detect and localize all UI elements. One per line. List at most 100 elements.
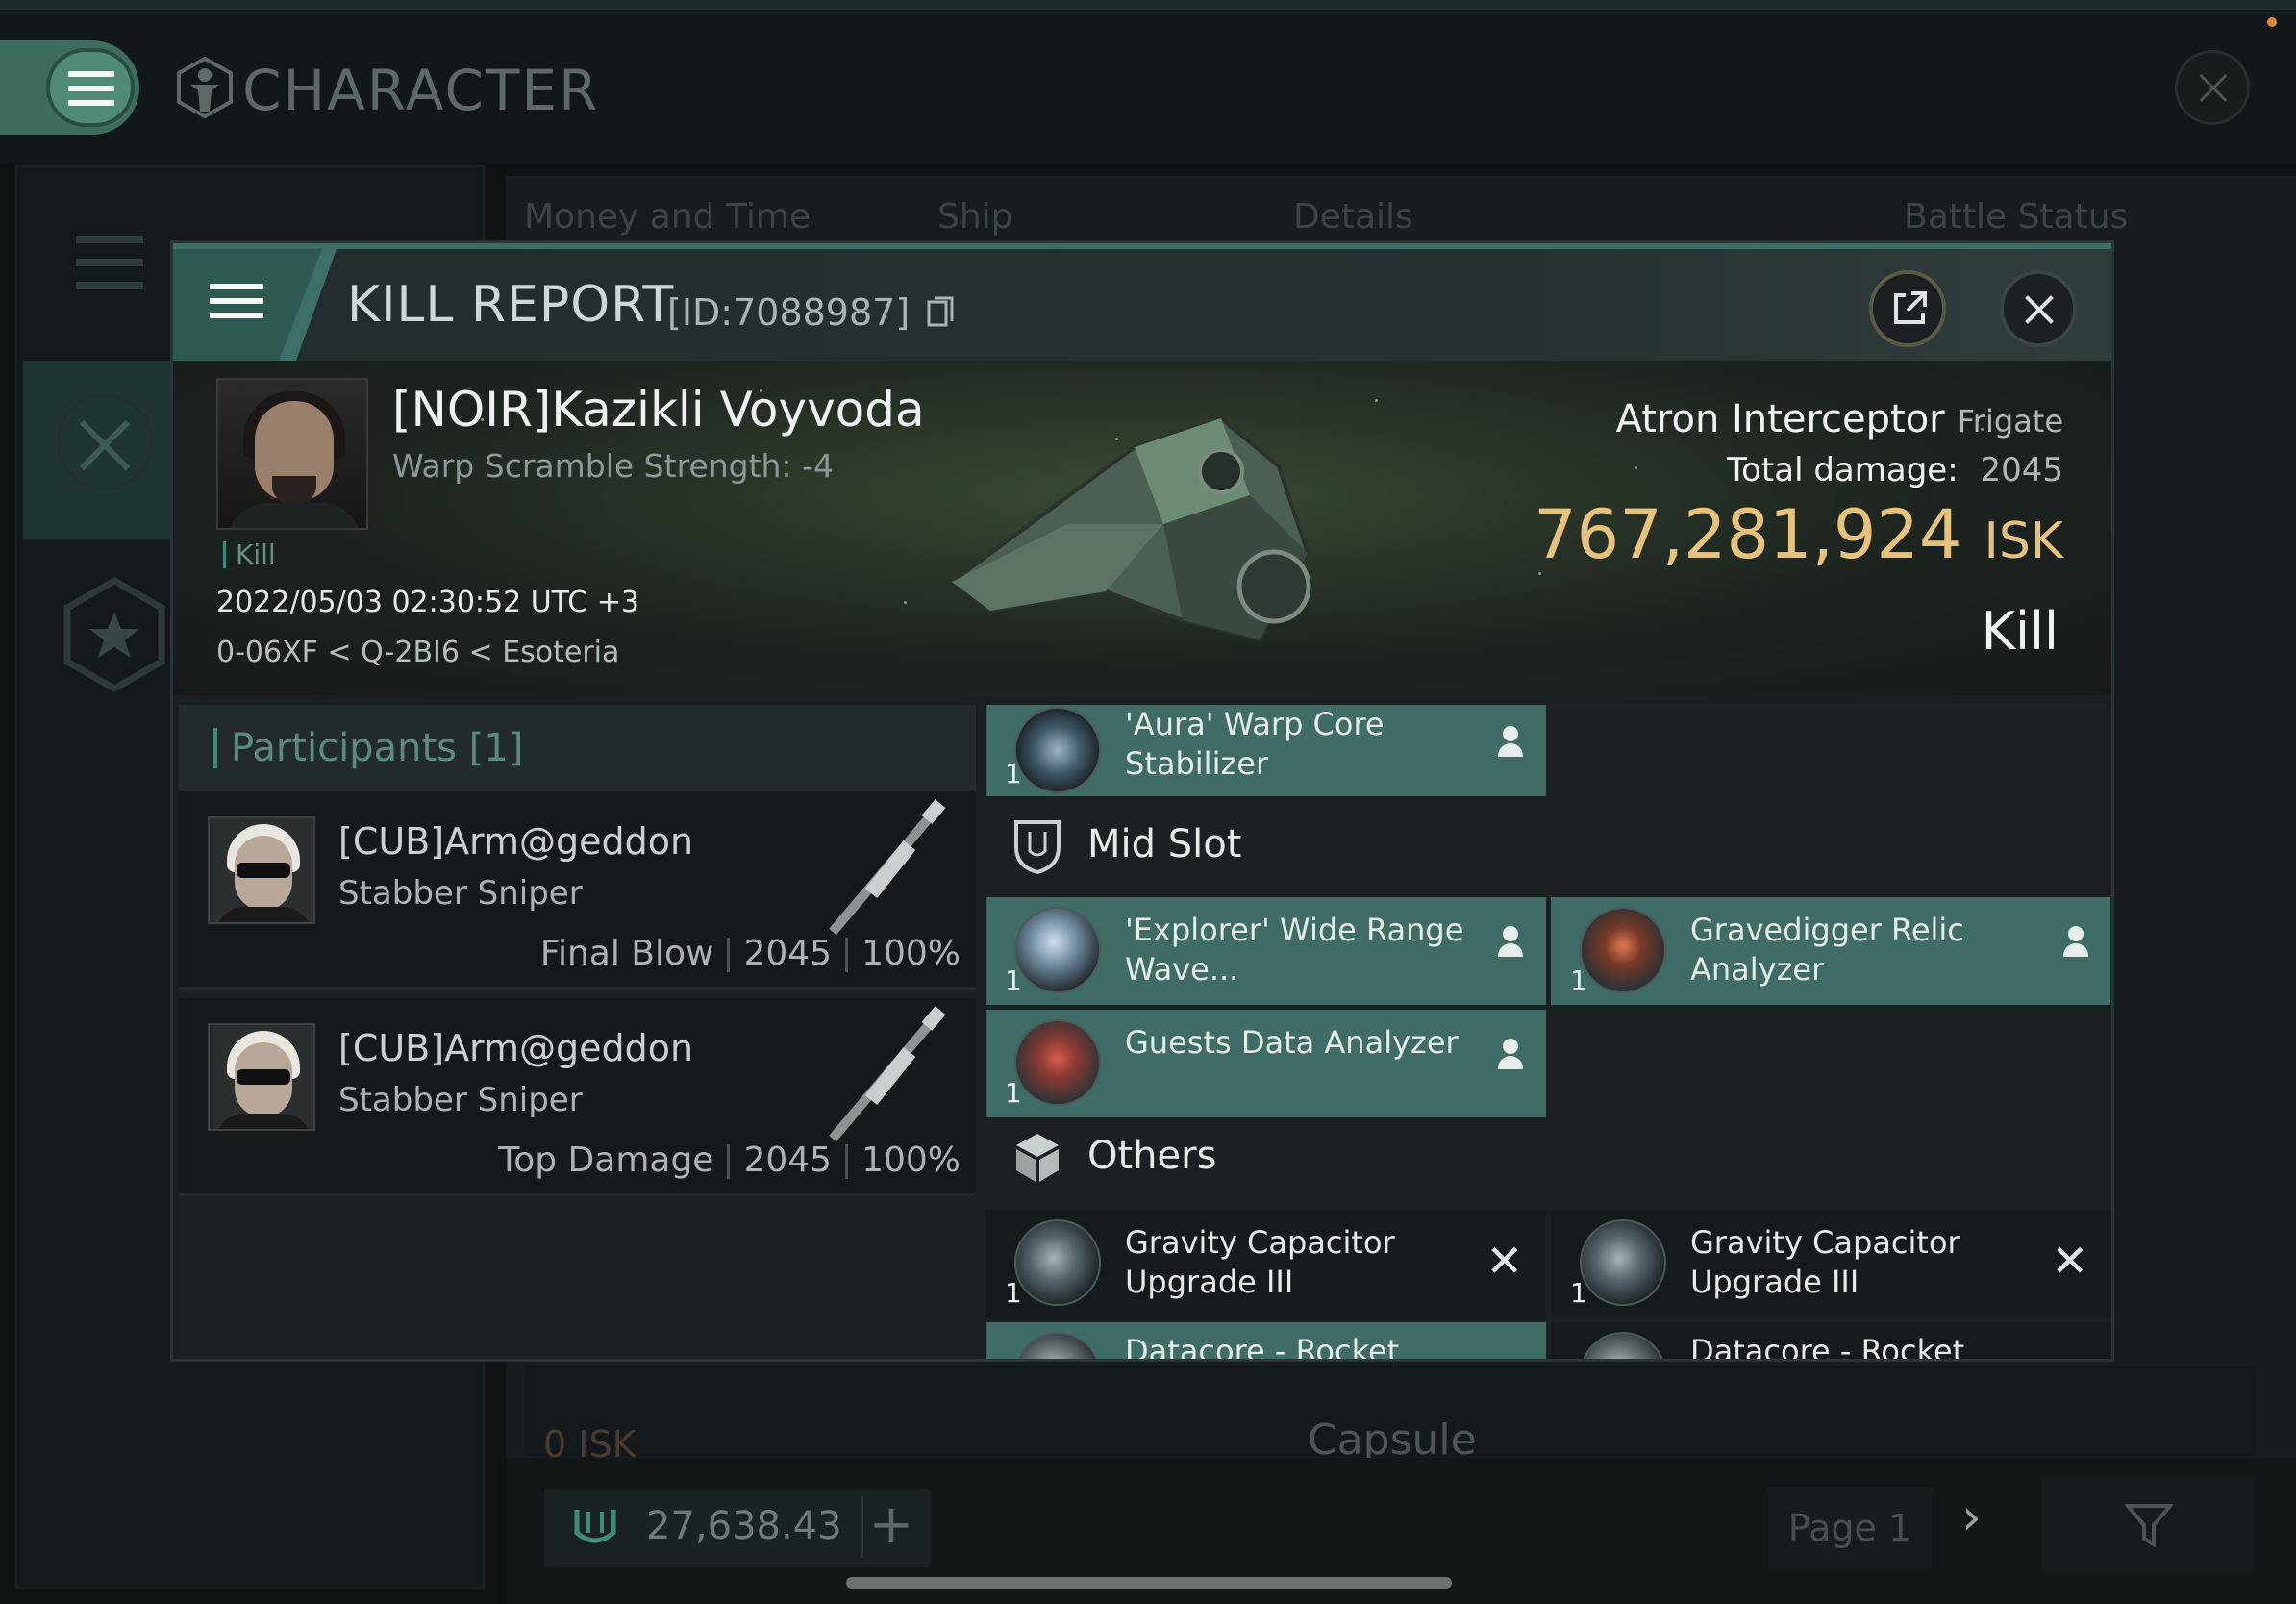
add-funds-button[interactable]: +	[861, 1496, 919, 1558]
total-damage-label: Total damage:	[1727, 451, 1959, 489]
fitted-person-icon	[2061, 926, 2090, 965]
page-indicator[interactable]: Page 1	[1767, 1487, 1933, 1569]
total-damage-line: Total damage: 2045	[1727, 451, 2063, 489]
victim-banner: [NOIR]Kazikli Voyvoda Warp Scramble Stre…	[173, 361, 2111, 695]
participant-portrait[interactable]	[208, 1023, 315, 1131]
ship-name[interactable]: Atron Interceptor	[1616, 397, 1945, 441]
participants-header: Participants [1]	[179, 705, 976, 791]
weapon-icon	[829, 1006, 946, 1142]
item-quantity: 1	[1005, 758, 1022, 789]
total-damage-value: 2045	[1980, 451, 2063, 489]
item-quantity: 1	[1005, 1077, 1022, 1109]
item-card[interactable]: 1 Guests Data Analyzer	[986, 1010, 1546, 1117]
item-quantity: 1	[1570, 1277, 1587, 1309]
victim-name[interactable]: [NOIR]Kazikli Voyvoda	[392, 382, 925, 438]
participant-stats: Final Blow 2045 100%	[540, 934, 961, 973]
others-title: Others	[1087, 1134, 1217, 1178]
victim-subtitle: Warp Scramble Strength: -4	[392, 447, 834, 485]
participants-title: Participants [1]	[213, 728, 523, 768]
participant-percent: 100%	[861, 1140, 961, 1180]
item-quantity: 1	[1570, 965, 1587, 996]
participant-ship: Stabber Sniper	[338, 874, 583, 913]
main-menu-button[interactable]	[46, 48, 135, 127]
participant-portrait[interactable]	[208, 816, 315, 924]
kill-report-modal: KILL REPORT [ID:7088987] [NOIR]Kazikli V…	[170, 240, 2114, 1362]
mid-slot-title: Mid Slot	[1087, 822, 1242, 866]
item-name: Guests Data Analyzer	[1125, 1024, 1459, 1061]
participant-name: [CUB]Arm@geddon	[338, 820, 694, 863]
character-icon	[177, 56, 233, 119]
modal-close-button[interactable]	[2000, 270, 2077, 347]
mid-slot-header: Mid Slot	[986, 801, 2110, 893]
hamburger-icon	[210, 284, 263, 318]
fitted-person-icon	[1496, 926, 1525, 965]
item-card[interactable]: 1 Gravity Capacitor Upgrade III ✕	[986, 1210, 1546, 1317]
item-name: Datacore - Rocket	[1125, 1333, 1400, 1359]
tab-battle-status[interactable]: Battle Status	[1904, 197, 2128, 237]
kill-datetime: 2022/05/03 02:30:52 UTC +3	[216, 586, 639, 619]
rail-item-favorites[interactable]	[23, 553, 177, 731]
participant-row[interactable]: [CUB]Arm@geddon Stabber Sniper Final Blo…	[179, 791, 976, 990]
ship-name-line: Atron Interceptor Frigate	[1616, 397, 2063, 441]
participant-damage: 2045	[743, 934, 833, 973]
horizontal-scrollbar[interactable]	[846, 1577, 1452, 1589]
participant-role: Top Damage	[498, 1140, 714, 1180]
modal-header: KILL REPORT [ID:7088987]	[173, 249, 2111, 361]
item-card[interactable]: 1 'Aura' Warp Core Stabilizer	[986, 705, 1546, 796]
participant-ship: Stabber Sniper	[338, 1081, 583, 1119]
rig-upgrade-icon	[1014, 1219, 1101, 1306]
kill-location[interactable]: 0-06XF < Q-2BI6 < Esoteria	[216, 636, 619, 669]
item-card[interactable]: 1 Gravity Capacitor Upgrade III ✕	[1551, 1210, 2110, 1317]
item-name: Datacore - Rocket	[1690, 1333, 1965, 1359]
window-title: CHARACTER	[242, 58, 600, 123]
next-page-icon[interactable]: ›	[1961, 1489, 1982, 1546]
item-card[interactable]: Datacore - Rocket	[986, 1322, 1546, 1359]
external-link-icon	[1894, 291, 1927, 324]
mid-slot-shield-icon	[1014, 820, 1061, 874]
participant-row[interactable]: [CUB]Arm@geddon Stabber Sniper Top Damag…	[179, 998, 976, 1196]
item-name: Gravity Capacitor Upgrade III	[1690, 1224, 1960, 1300]
tab-money-and-time[interactable]: Money and Time	[524, 197, 811, 237]
participant-stats: Top Damage 2045 100%	[498, 1140, 961, 1180]
participant-name: [CUB]Arm@geddon	[338, 1027, 694, 1069]
tab-details[interactable]: Details	[1293, 197, 1413, 237]
scanner-probe-icon	[1014, 907, 1101, 993]
crossed-swords-icon	[79, 419, 131, 471]
isk-unit: ISK	[1984, 513, 2063, 570]
rail-item-combat[interactable]	[23, 361, 177, 539]
item-card[interactable]: Datacore - Rocket	[1551, 1322, 2110, 1359]
cargo-box-icon	[1016, 1134, 1059, 1182]
copy-icon[interactable]	[927, 296, 954, 329]
item-card[interactable]: 1 Gravedigger Relic Analyzer	[1551, 897, 2110, 1005]
participants-count: [1]	[468, 726, 524, 770]
ship-class: Frigate	[1957, 403, 2063, 439]
kill-report-title: KILL REPORT	[347, 276, 675, 334]
filter-button[interactable]	[2042, 1477, 2254, 1573]
tab-ship[interactable]: Ship	[937, 197, 1013, 237]
item-card[interactable]: 1 'Explorer' Wide Range Wave...	[986, 897, 1546, 1005]
share-button[interactable]	[1869, 270, 1946, 347]
weapon-icon	[829, 799, 946, 936]
wallet-amount: 27,638.43	[646, 1504, 842, 1548]
destroyed-icon: ✕	[1485, 1235, 1523, 1287]
item-quantity: 1	[1005, 1277, 1022, 1309]
ship-image	[948, 415, 1311, 642]
datacore-icon	[1014, 1332, 1101, 1359]
destroyed-icon: ✕	[2051, 1235, 2088, 1287]
notification-dot	[2267, 17, 2277, 27]
rail-item-list[interactable]	[23, 192, 177, 370]
item-name: Gravity Capacitor Upgrade III	[1125, 1224, 1395, 1300]
isk-value-line: 767,281,924 ISK	[1534, 495, 2063, 574]
window-close-button[interactable]	[2175, 50, 2250, 125]
item-quantity: 1	[1005, 965, 1022, 996]
participants-panel: Participants [1] [CUB]Arm@geddon Stabber…	[179, 705, 976, 1359]
victim-portrait[interactable]	[216, 378, 368, 530]
participants-label: Participants	[231, 726, 457, 770]
data-analyzer-icon	[1014, 1019, 1101, 1106]
warp-core-stabilizer-icon	[1014, 707, 1101, 793]
kill-report-id: [ID:7088987]	[667, 291, 954, 334]
others-header: Others	[986, 1113, 2110, 1205]
item-name: Gravedigger Relic Analyzer	[1690, 912, 1964, 988]
participant-percent: 100%	[861, 934, 961, 973]
fitted-person-icon	[1496, 726, 1525, 764]
